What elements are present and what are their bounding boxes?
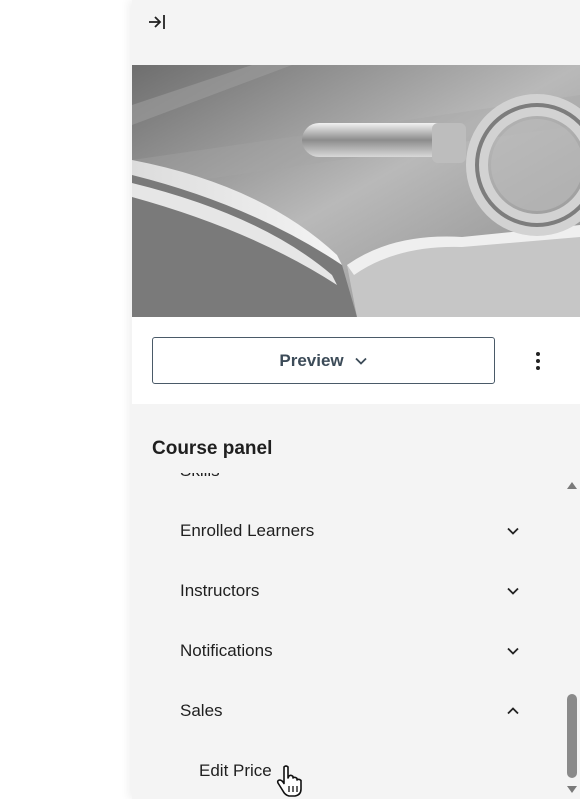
preview-button[interactable]: Preview	[152, 337, 495, 384]
course-cover-image	[132, 65, 580, 317]
scroll-thumb[interactable]	[567, 694, 577, 778]
chevron-down-icon	[354, 357, 367, 365]
list-item-enrolled-learners[interactable]: Enrolled Learners	[132, 501, 562, 561]
list-item-label: Enrolled Learners	[180, 521, 315, 540]
list-item-label: Instructors	[180, 581, 260, 600]
list-item-skills[interactable]: Skills	[132, 473, 562, 501]
chevron-down-icon	[507, 647, 519, 655]
more-options-button[interactable]	[526, 349, 550, 373]
chevron-down-icon	[507, 527, 519, 535]
course-side-panel: Preview Course panel Skills Enrolled Lea…	[132, 0, 580, 799]
list-item-sales[interactable]: Sales	[132, 681, 562, 741]
list-item-label: Notifications	[180, 641, 273, 660]
list-item-notifications[interactable]: Notifications	[132, 621, 562, 681]
preview-label: Preview	[279, 350, 344, 370]
chevron-up-icon	[507, 707, 519, 715]
triangle-up-icon[interactable]	[566, 479, 578, 491]
course-panel-title: Course panel	[152, 438, 273, 459]
list-item-label: Skills	[180, 473, 220, 481]
list-item-label: Edit Price	[199, 761, 272, 780]
course-action-bar: Preview	[132, 317, 580, 404]
course-panel-list: Skills Enrolled Learners Instructors Not…	[132, 473, 562, 799]
list-scrollbar[interactable]	[564, 473, 580, 799]
collapse-panel-button[interactable]	[146, 11, 168, 33]
chevron-down-icon	[507, 587, 519, 595]
list-item-edit-price[interactable]: Edit Price	[132, 741, 562, 799]
vertical-ellipsis-icon	[536, 352, 540, 356]
list-item-instructors[interactable]: Instructors	[132, 561, 562, 621]
collapse-to-right-icon	[149, 15, 165, 29]
list-item-label: Sales	[180, 701, 223, 720]
hand-pointer-cursor-icon	[276, 765, 302, 797]
triangle-down-icon[interactable]	[566, 784, 578, 796]
